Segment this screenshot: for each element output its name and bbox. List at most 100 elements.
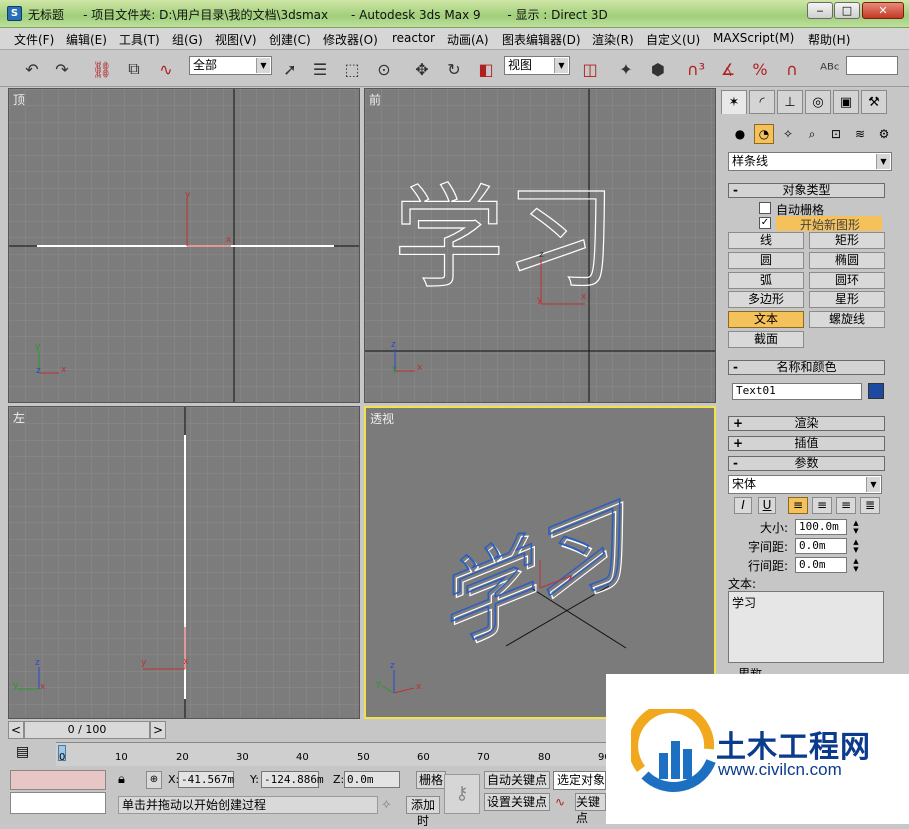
- pivot-center-icon[interactable]: ◫: [578, 57, 602, 81]
- previous-frame-icon[interactable]: <: [8, 721, 24, 739]
- underline-button[interactable]: U: [758, 497, 776, 514]
- named-selection-set-input[interactable]: [846, 56, 898, 75]
- leading-input[interactable]: 0.0m: [795, 557, 847, 573]
- arc-button[interactable]: 弧: [728, 272, 804, 289]
- align-center-icon[interactable]: ≡: [812, 497, 832, 514]
- undo-icon[interactable]: ↶: [20, 57, 44, 81]
- systems-icon[interactable]: ⚙: [874, 124, 894, 144]
- size-input[interactable]: 100.0m: [795, 519, 847, 535]
- font-dropdown[interactable]: 宋体 ▼: [728, 475, 882, 494]
- select-object-icon[interactable]: ➚: [278, 57, 302, 81]
- helix-button[interactable]: 螺旋线: [809, 311, 885, 328]
- geometry-icon[interactable]: ●: [730, 124, 750, 144]
- maxscript-input[interactable]: [10, 792, 106, 814]
- modify-tab-icon[interactable]: ◜: [749, 90, 775, 114]
- text-content-area[interactable]: 学习: [728, 591, 884, 663]
- menu-reactor[interactable]: reactor: [392, 31, 435, 45]
- ellipse-button[interactable]: 椭圆: [809, 252, 885, 269]
- start-new-shape-button[interactable]: 开始新图形: [776, 216, 882, 232]
- menu-views[interactable]: 视图(V): [215, 31, 257, 48]
- rectangle-button[interactable]: 矩形: [809, 232, 885, 249]
- next-frame-icon[interactable]: >: [150, 721, 166, 739]
- menu-modifiers[interactable]: 修改器(O): [323, 31, 378, 48]
- viewport-perspective[interactable]: 学习 学习 x z x y 透视: [364, 406, 716, 719]
- track-bar[interactable]: ▤ 0 10 20 30 40 50 60 70 80 90: [0, 740, 611, 768]
- app-icon[interactable]: S: [7, 6, 22, 21]
- rectangular-selection-icon[interactable]: ⬚: [340, 57, 364, 81]
- close-button[interactable]: ✕: [862, 2, 904, 19]
- select-and-move-icon[interactable]: ✥: [410, 57, 434, 81]
- menu-create[interactable]: 创建(C): [269, 31, 311, 48]
- cameras-icon[interactable]: ⌕: [802, 124, 822, 144]
- spinner-snap-icon[interactable]: ∩: [780, 57, 804, 81]
- redo-icon[interactable]: ↷: [50, 57, 74, 81]
- parameters-rollout[interactable]: - 参数: [728, 456, 885, 471]
- key-filter-icon[interactable]: ∿: [555, 795, 565, 809]
- absolute-mode-icon[interactable]: ⊕: [146, 771, 162, 789]
- auto-key-button[interactable]: 自动关键点: [484, 771, 550, 789]
- add-time-tag-button[interactable]: 添加时: [406, 796, 440, 828]
- viewport-front-label[interactable]: 前: [369, 91, 381, 108]
- auto-grid-checkbox[interactable]: [759, 202, 771, 214]
- viewport-front[interactable]: 学习 z x y z x y 前: [364, 88, 716, 403]
- donut-button[interactable]: 圆环: [809, 272, 885, 289]
- menu-group[interactable]: 组(G): [172, 31, 203, 48]
- lock-icon[interactable]: 🔒︎: [118, 772, 125, 787]
- star-button[interactable]: 星形: [809, 291, 885, 308]
- circle-button[interactable]: 圆: [728, 252, 804, 269]
- text-button[interactable]: 文本: [728, 311, 804, 328]
- angle-snap-icon[interactable]: ∡: [716, 57, 740, 81]
- leading-spinner[interactable]: ▲ ▼: [852, 557, 860, 573]
- ngon-button[interactable]: 多边形: [728, 291, 804, 308]
- kerning-input[interactable]: 0.0m: [795, 538, 847, 554]
- align-left-icon[interactable]: ≡: [788, 497, 808, 514]
- viewport-left[interactable]: y x z y x 左: [8, 406, 360, 719]
- menu-customize[interactable]: 自定义(U): [646, 31, 700, 48]
- z-coordinate-input[interactable]: 0.0m: [344, 771, 400, 788]
- unlink-icon[interactable]: ⧉: [122, 57, 146, 81]
- motion-tab-icon[interactable]: ◎: [805, 90, 831, 114]
- create-tab-icon[interactable]: ✶: [721, 90, 747, 114]
- bind-space-warp-icon[interactable]: ∿: [154, 57, 178, 81]
- track-bar-ruler[interactable]: 0 10 20 30 40 50 60 70 80 90: [56, 742, 611, 766]
- object-color-swatch[interactable]: [868, 383, 884, 399]
- viewport-top-label[interactable]: 顶: [13, 91, 25, 108]
- italic-button[interactable]: I: [734, 497, 752, 514]
- select-and-manipulate-icon[interactable]: ✦: [614, 57, 638, 81]
- select-and-rotate-icon[interactable]: ↻: [442, 57, 466, 81]
- x-coordinate-input[interactable]: -41.567m: [178, 771, 234, 788]
- reference-coordinate-dropdown[interactable]: 视图 ▼: [504, 56, 570, 75]
- add-time-tag-icon[interactable]: ⟡: [382, 797, 391, 812]
- selection-filter-dropdown[interactable]: 全部 ▼: [189, 56, 272, 75]
- menu-tools[interactable]: 工具(T): [119, 31, 160, 48]
- helpers-icon[interactable]: ⊡: [826, 124, 846, 144]
- space-warps-icon[interactable]: ≋: [850, 124, 870, 144]
- interpolation-rollout[interactable]: + 插值: [728, 436, 885, 451]
- menu-graph-editors[interactable]: 图表编辑器(D): [502, 31, 581, 48]
- start-new-shape-checkbox[interactable]: ✓: [759, 217, 771, 229]
- name-color-rollout[interactable]: - 名称和颜色: [728, 360, 885, 375]
- shape-category-dropdown[interactable]: 样条线 ▼: [728, 152, 892, 171]
- menu-help[interactable]: 帮助(H): [808, 31, 850, 48]
- hierarchy-tab-icon[interactable]: ⊥: [777, 90, 803, 114]
- edit-named-selection-icon[interactable]: ᴬᴮᶜ: [818, 57, 842, 81]
- percent-snap-icon[interactable]: %: [748, 57, 772, 81]
- snaps-toggle-icon[interactable]: ∩³: [684, 57, 708, 81]
- key-filters-button[interactable]: 关键点: [575, 793, 606, 825]
- minimize-button[interactable]: ‒: [807, 2, 833, 19]
- menu-animation[interactable]: 动画(A): [447, 31, 489, 48]
- curve-editor-mini-icon[interactable]: ▤: [16, 744, 38, 764]
- size-spinner[interactable]: ▲ ▼: [852, 519, 860, 535]
- justify-icon[interactable]: ≣: [860, 497, 880, 514]
- time-slider[interactable]: 0 / 100: [24, 721, 150, 739]
- y-coordinate-input[interactable]: -124.886m: [261, 771, 324, 788]
- display-tab-icon[interactable]: ▣: [833, 90, 859, 114]
- kerning-spinner[interactable]: ▲ ▼: [852, 538, 860, 554]
- viewport-top[interactable]: y x y x z 顶: [8, 88, 360, 403]
- set-key-button[interactable]: 设置关键点: [484, 793, 550, 811]
- section-button[interactable]: 截面: [728, 331, 804, 348]
- maxscript-listener-mini[interactable]: [10, 770, 106, 790]
- align-right-icon[interactable]: ≡: [836, 497, 856, 514]
- menu-rendering[interactable]: 渲染(R): [592, 31, 634, 48]
- set-key-icon[interactable]: ⚷: [444, 774, 480, 814]
